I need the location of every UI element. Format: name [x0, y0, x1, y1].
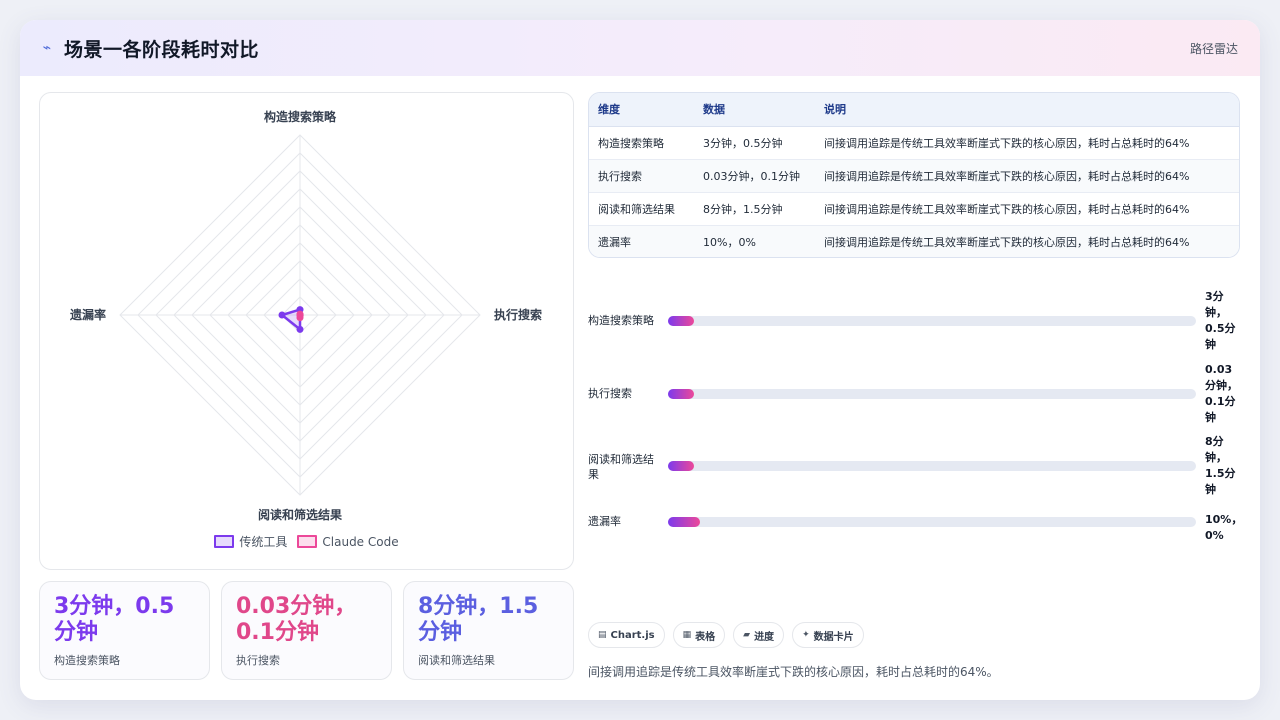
progress-fill: [668, 517, 700, 527]
progress-value: 10%，0%: [1205, 513, 1243, 542]
table-row: 执行搜索 0.03分钟，0.1分钟 间接调用追踪是传统工具效率断崖式下跌的核心原因，…: [589, 159, 1239, 193]
table-header-cell[interactable]: 数据: [694, 93, 815, 127]
stat-value: 0.03分钟，0.1分钟: [236, 594, 357, 645]
table-cell: 执行搜索: [589, 159, 694, 193]
chip-button[interactable]: ▤ Chart.js: [588, 622, 665, 648]
chip-button[interactable]: ▰ 进度: [733, 622, 785, 648]
legend-item[interactable]: 传统工具: [214, 533, 287, 550]
progress-label: 遗漏率: [588, 515, 621, 528]
progress-track: [668, 461, 1196, 471]
header: ⌁ 场景一各阶段耗时对比 路径雷达: [20, 20, 1260, 76]
progress-fill: [668, 461, 695, 471]
card-icon: ✦: [802, 630, 810, 640]
stat-card: 3分钟，0.5分钟构造搜索策略: [39, 581, 210, 680]
table-cell: 8分钟，1.5分钟: [694, 192, 815, 226]
stat-label: 执行搜索: [236, 654, 280, 667]
progress-track: [668, 389, 1196, 399]
progress-track: [668, 316, 1196, 326]
chip-row: ▤ Chart.js ▦ 表格 ▰ 进度 ✦ 数据卡片: [588, 622, 864, 648]
stat-cards: 3分钟，0.5分钟 构造搜索策略 0.03分钟，0.1分钟 执行搜索 8分钟，1.5分钟…: [39, 581, 574, 680]
table-row: 阅读和筛选结果 8分钟，1.5分钟 间接调用追踪是传统工具效率断崖式下跌的核心原因，…: [589, 192, 1239, 226]
chart-type-label: 路径雷达: [1189, 41, 1238, 56]
progress-row: 阅读和筛选结果 8分钟，1.5分钟: [588, 435, 1240, 496]
chip-button[interactable]: ▦ 表格: [672, 622, 726, 648]
chip-label: Chart.js: [610, 629, 655, 641]
progress-row: 构造搜索策略 3分钟，0.5分钟: [588, 290, 1240, 351]
table-cell: 间接调用追踪是传统工具效率断崖式下跌的核心原因，耗时占总耗时的64%: [815, 225, 1239, 257]
chart-line-icon: ⌁: [42, 40, 52, 56]
radar-chart: 构造搜索策略执行搜索阅读和筛选结果 遗漏率: [69, 109, 542, 522]
table-header-row: 维度 数据 说明: [589, 93, 1239, 127]
table-cell: 10%，0%: [694, 225, 815, 257]
progress-row: 遗漏率 10%，0%: [588, 513, 1242, 542]
stat-card: 8分钟，1.5分钟阅读和筛选结果: [403, 581, 574, 680]
table-row: 遗漏率 10%，0% 间接调用追踪是传统工具效率断崖式下跌的核心原因，耗时占总耗时的…: [589, 225, 1239, 257]
progress-value: 0.03分钟，0.1分钟: [1205, 363, 1238, 424]
stat-label: 构造搜索策略: [54, 654, 120, 667]
chip-label: 数据卡片: [813, 631, 854, 643]
chart-legend: 传统工具 Claude Code: [40, 533, 573, 550]
chart-icon: ▤: [598, 630, 607, 640]
table-cell: 3分钟，0.5分钟: [694, 126, 815, 160]
progress-list: 构造搜索策略 3分钟，0.5分钟执行搜索 0.03分钟，0.1分钟阅读和筛选结果 8分…: [588, 268, 1242, 542]
legend-item[interactable]: Claude Code: [297, 533, 399, 550]
progress-label: 阅读和筛选结果: [588, 453, 654, 481]
progress-label: 执行搜索: [588, 387, 632, 400]
data-table: 维度 数据 说明 构造搜索策略 3分钟，0.5分钟 间接调用追踪是传统工具效率断崖式下跌…: [588, 92, 1240, 258]
table-header-cell[interactable]: 维度: [589, 93, 694, 127]
table-icon: ▦: [682, 630, 692, 640]
radar-axis-label: 阅读和筛选结果: [258, 507, 342, 522]
radar-series-2: [296, 310, 304, 322]
table-header-cell[interactable]: 说明: [815, 93, 1239, 127]
progress-value: 8分钟，1.5分钟: [1205, 435, 1236, 496]
progress-fill: [668, 389, 695, 399]
stat-label: 阅读和筛选结果: [418, 654, 495, 667]
radar-chart-panel: 构造搜索策略执行搜索阅读和筛选结果 遗漏率 传统工具 Claude Code: [39, 92, 574, 570]
radar-axis-label: 遗漏率: [69, 307, 106, 322]
radar-point[interactable]: [278, 311, 286, 319]
table-cell: 阅读和筛选结果: [589, 192, 694, 226]
radar-axis-label: 构造搜索策略: [264, 109, 337, 124]
table-cell: 0.03分钟，0.1分钟: [694, 159, 815, 193]
legend-swatch: [297, 535, 318, 548]
header-left: ⌁ 场景一各阶段耗时对比: [40, 35, 259, 62]
radar-point[interactable]: [296, 311, 304, 319]
progress-label: 构造搜索策略: [588, 314, 654, 327]
progress-value: 3分钟，0.5分钟: [1205, 290, 1236, 351]
radar-point[interactable]: [296, 325, 304, 333]
table-cell: 遗漏率: [589, 225, 694, 257]
stat-value: 3分钟，0.5分钟: [54, 594, 175, 645]
table-row: 构造搜索策略 3分钟，0.5分钟 间接调用追踪是传统工具效率断崖式下跌的核心原因，耗…: [589, 126, 1239, 160]
radar-axis-label: 执行搜索: [494, 307, 542, 322]
chip-label: 进度: [754, 631, 775, 643]
progress-row: 执行搜索 0.03分钟，0.1分钟: [588, 363, 1240, 424]
chip-label: 表格: [695, 631, 716, 643]
stat-card: 0.03分钟，0.1分钟执行搜索: [221, 581, 392, 680]
legend-swatch: [214, 535, 235, 548]
table-cell: 间接调用追踪是传统工具效率断崖式下跌的核心原因，耗时占总耗时的64%: [815, 126, 1239, 160]
progress-track: [668, 517, 1196, 527]
legend-label: 传统工具: [239, 535, 288, 549]
dashboard-card: ⌁ 场景一各阶段耗时对比 路径雷达 构造搜索策略 执行搜索 阅读和筛选结果 遗漏率 传…: [20, 20, 1260, 700]
stat-value: 8分钟，1.5分钟: [418, 594, 539, 645]
table-cell: 间接调用追踪是传统工具效率断崖式下跌的核心原因，耗时占总耗时的64%: [815, 192, 1239, 226]
table-cell: 构造搜索策略: [589, 126, 694, 160]
legend-label: Claude Code: [322, 534, 399, 549]
chip-button[interactable]: ✦ 数据卡片: [792, 622, 864, 648]
progress-fill: [668, 316, 695, 326]
progress-icon: ▰: [743, 630, 751, 640]
page-title: 场景一各阶段耗时对比: [64, 38, 260, 61]
footer-note: 间接调用追踪是传统工具效率断崖式下跌的核心原因，耗时占总耗时的64%。: [588, 665, 999, 679]
table-cell: 间接调用追踪是传统工具效率断崖式下跌的核心原因，耗时占总耗时的64%: [815, 159, 1239, 193]
